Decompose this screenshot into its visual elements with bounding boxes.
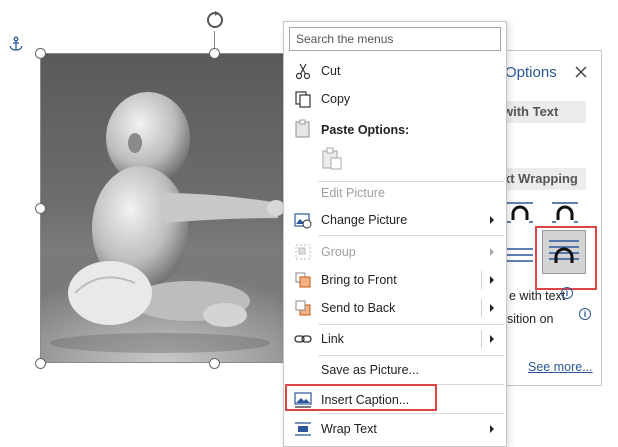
paste-keep-source-icon[interactable] [321, 147, 343, 171]
link-icon [294, 335, 312, 343]
resize-handle-bottom[interactable] [208, 357, 220, 369]
menu-separator [318, 235, 504, 236]
menu-item-save-as-picture[interactable]: Save as Picture... [284, 357, 506, 383]
photo-black-and-white-baby [40, 92, 285, 363]
menu-item-cut[interactable]: Cut [284, 58, 506, 84]
menu-item-label: Change Picture [321, 213, 408, 227]
menu-item-label: Cut [321, 64, 341, 78]
resize-handle-left[interactable] [34, 202, 46, 214]
resize-handle-top-left[interactable] [34, 47, 46, 59]
menu-item-edit-picture[interactable]: Edit Picture [284, 180, 506, 206]
menu-item-label: Link [321, 332, 344, 346]
menu-item-label: Bring to Front [321, 273, 397, 287]
move-with-text-label[interactable]: e with text [509, 289, 565, 303]
menu-item-label: Send to Back [321, 301, 396, 315]
menu-item-group[interactable]: Group [284, 239, 506, 265]
search-menus-input[interactable]: Search the menus [289, 27, 501, 51]
paste-icon [295, 119, 310, 138]
see-more-link[interactable]: See more... [528, 360, 593, 374]
menu-separator [318, 413, 504, 414]
fix-position-label[interactable]: osition on [500, 312, 554, 326]
pane-title: Options [505, 64, 557, 81]
resize-handle-top[interactable] [208, 47, 220, 59]
menu-item-send-to-back[interactable]: Send to Back [284, 295, 506, 321]
split-divider [481, 330, 482, 348]
highlight-behind-text [535, 226, 597, 290]
group-icon [295, 244, 311, 260]
menu-item-label: Group [321, 245, 356, 259]
split-divider [481, 299, 482, 317]
submenu-arrow-icon[interactable] [490, 276, 494, 284]
bring-to-front-icon [295, 272, 311, 288]
resize-handle-bottom-left[interactable] [34, 357, 46, 369]
baby-photo[interactable] [40, 53, 285, 363]
submenu-arrow-icon[interactable] [490, 304, 494, 312]
info-icon[interactable]: i [579, 308, 591, 320]
info-icon[interactable]: i [561, 287, 573, 299]
paste-options-label: Paste Options: [321, 123, 410, 137]
wrap-through-icon[interactable] [550, 200, 580, 224]
menu-separator [318, 355, 504, 356]
submenu-arrow-icon [490, 425, 494, 433]
menu-item-link[interactable]: Link [284, 326, 506, 352]
submenu-arrow-icon[interactable] [490, 335, 494, 343]
menu-item-label: Copy [321, 92, 351, 106]
submenu-arrow-icon [490, 216, 494, 224]
menu-item-bring-to-front[interactable]: Bring to Front [284, 267, 506, 293]
scissors-icon [295, 63, 311, 80]
anchor-icon [9, 36, 23, 51]
close-icon[interactable] [573, 64, 589, 80]
rotate-handle-icon[interactable] [204, 9, 226, 31]
menu-item-label: Wrap Text [321, 422, 377, 436]
menu-item-wrap-text[interactable]: Wrap Text [284, 416, 506, 442]
menu-item-label: Save as Picture... [321, 363, 419, 377]
in-front-of-text-icon[interactable] [505, 243, 535, 267]
highlight-insert-caption [285, 384, 437, 411]
submenu-arrow-icon [490, 248, 494, 256]
menu-item-copy[interactable]: Copy [284, 86, 506, 112]
rotate-stem [214, 31, 215, 48]
copy-icon [295, 91, 311, 108]
wrap-top-bottom-icon[interactable] [505, 200, 535, 224]
change-picture-icon [294, 213, 312, 229]
split-divider [481, 271, 482, 289]
wrap-text-icon [295, 422, 311, 436]
menu-item-change-picture[interactable]: Change Picture [284, 207, 506, 233]
send-to-back-icon [295, 300, 311, 316]
menu-separator [318, 324, 504, 325]
menu-item-label: Edit Picture [321, 186, 385, 200]
